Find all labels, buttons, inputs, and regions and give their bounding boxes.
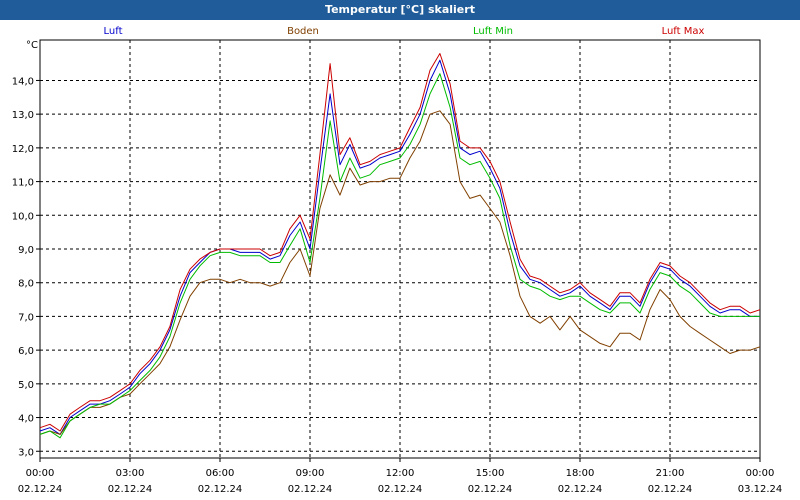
legend-entry: Luft bbox=[104, 26, 123, 37]
x-tick-date: 02.12.24 bbox=[558, 484, 603, 495]
x-tick-time: 06:00 bbox=[206, 468, 235, 479]
y-axis-unit: °C bbox=[26, 40, 38, 51]
y-tick-label: 12,0 bbox=[12, 144, 34, 155]
title-bar: Temperatur [°C] skaliert bbox=[0, 0, 800, 20]
x-tick-time: 09:00 bbox=[296, 468, 325, 479]
x-tick-date: 02.12.24 bbox=[108, 484, 153, 495]
y-tick-label: 14,0 bbox=[12, 76, 34, 87]
y-tick-label: 9,0 bbox=[18, 245, 34, 256]
legend-entry: Luft Max bbox=[662, 26, 705, 37]
x-tick-time: 00:00 bbox=[746, 468, 775, 479]
x-tick-time: 03:00 bbox=[116, 468, 145, 479]
y-tick-label: 7,0 bbox=[18, 312, 34, 323]
x-tick-time: 21:00 bbox=[656, 468, 685, 479]
y-tick-label: 5,0 bbox=[18, 380, 34, 391]
y-tick-label: 10,0 bbox=[12, 211, 34, 222]
x-tick-time: 15:00 bbox=[476, 468, 505, 479]
x-tick-date: 02.12.24 bbox=[288, 484, 333, 495]
y-tick-label: 11,0 bbox=[12, 178, 34, 189]
legend-entry: Boden bbox=[287, 26, 319, 37]
y-tick-label: 4,0 bbox=[18, 414, 34, 425]
x-tick-date: 02.12.24 bbox=[468, 484, 513, 495]
x-tick-date: 02.12.24 bbox=[198, 484, 243, 495]
chart-window: Temperatur [°C] skaliert 3,0 4,0 5,0 6,0 7,0… bbox=[0, 0, 800, 500]
x-tick-time: 12:00 bbox=[386, 468, 415, 479]
chart-title: Temperatur [°C] skaliert bbox=[325, 3, 475, 16]
y-tick-label: 13,0 bbox=[12, 110, 34, 121]
chart-area: 3,0 4,0 5,0 6,0 7,0 8,0 9,0 10,0 11,0 12,0 13,0 14,… bbox=[0, 20, 800, 500]
chart-background bbox=[0, 20, 800, 500]
x-tick-date: 03.12.24 bbox=[738, 484, 783, 495]
x-tick-time: 00:00 bbox=[26, 468, 55, 479]
x-tick-time: 18:00 bbox=[566, 468, 595, 479]
x-tick-date: 02.12.24 bbox=[18, 484, 63, 495]
legend-entry: Luft Min bbox=[473, 26, 513, 37]
x-tick-date: 02.12.24 bbox=[378, 484, 423, 495]
y-tick-label: 6,0 bbox=[18, 346, 34, 357]
x-tick-date: 02.12.24 bbox=[648, 484, 693, 495]
y-tick-label: 3,0 bbox=[18, 447, 34, 458]
y-tick-label: 8,0 bbox=[18, 279, 34, 290]
